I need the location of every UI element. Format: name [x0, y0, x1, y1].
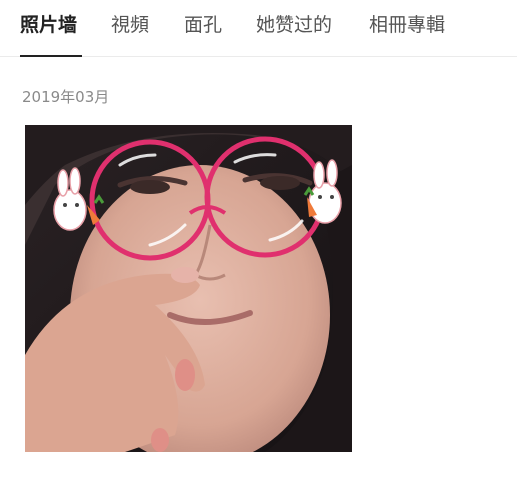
tab-videos[interactable]: 視頻 [111, 12, 149, 38]
photo-date-label: 2019年03月 [22, 88, 110, 106]
tab-liked[interactable]: 她赞过的 [256, 12, 332, 38]
tab-albums[interactable]: 相冊專輯 [369, 12, 445, 38]
tab-photo-wall[interactable]: 照片墙 [20, 12, 77, 38]
selfie-image [25, 125, 352, 452]
active-tab-indicator [20, 55, 82, 57]
tab-bar: 照片墙 視頻 面孔 她赞过的 相冊專輯 [0, 0, 517, 57]
tab-faces[interactable]: 面孔 [184, 12, 222, 38]
photo-thumbnail[interactable] [25, 125, 352, 452]
